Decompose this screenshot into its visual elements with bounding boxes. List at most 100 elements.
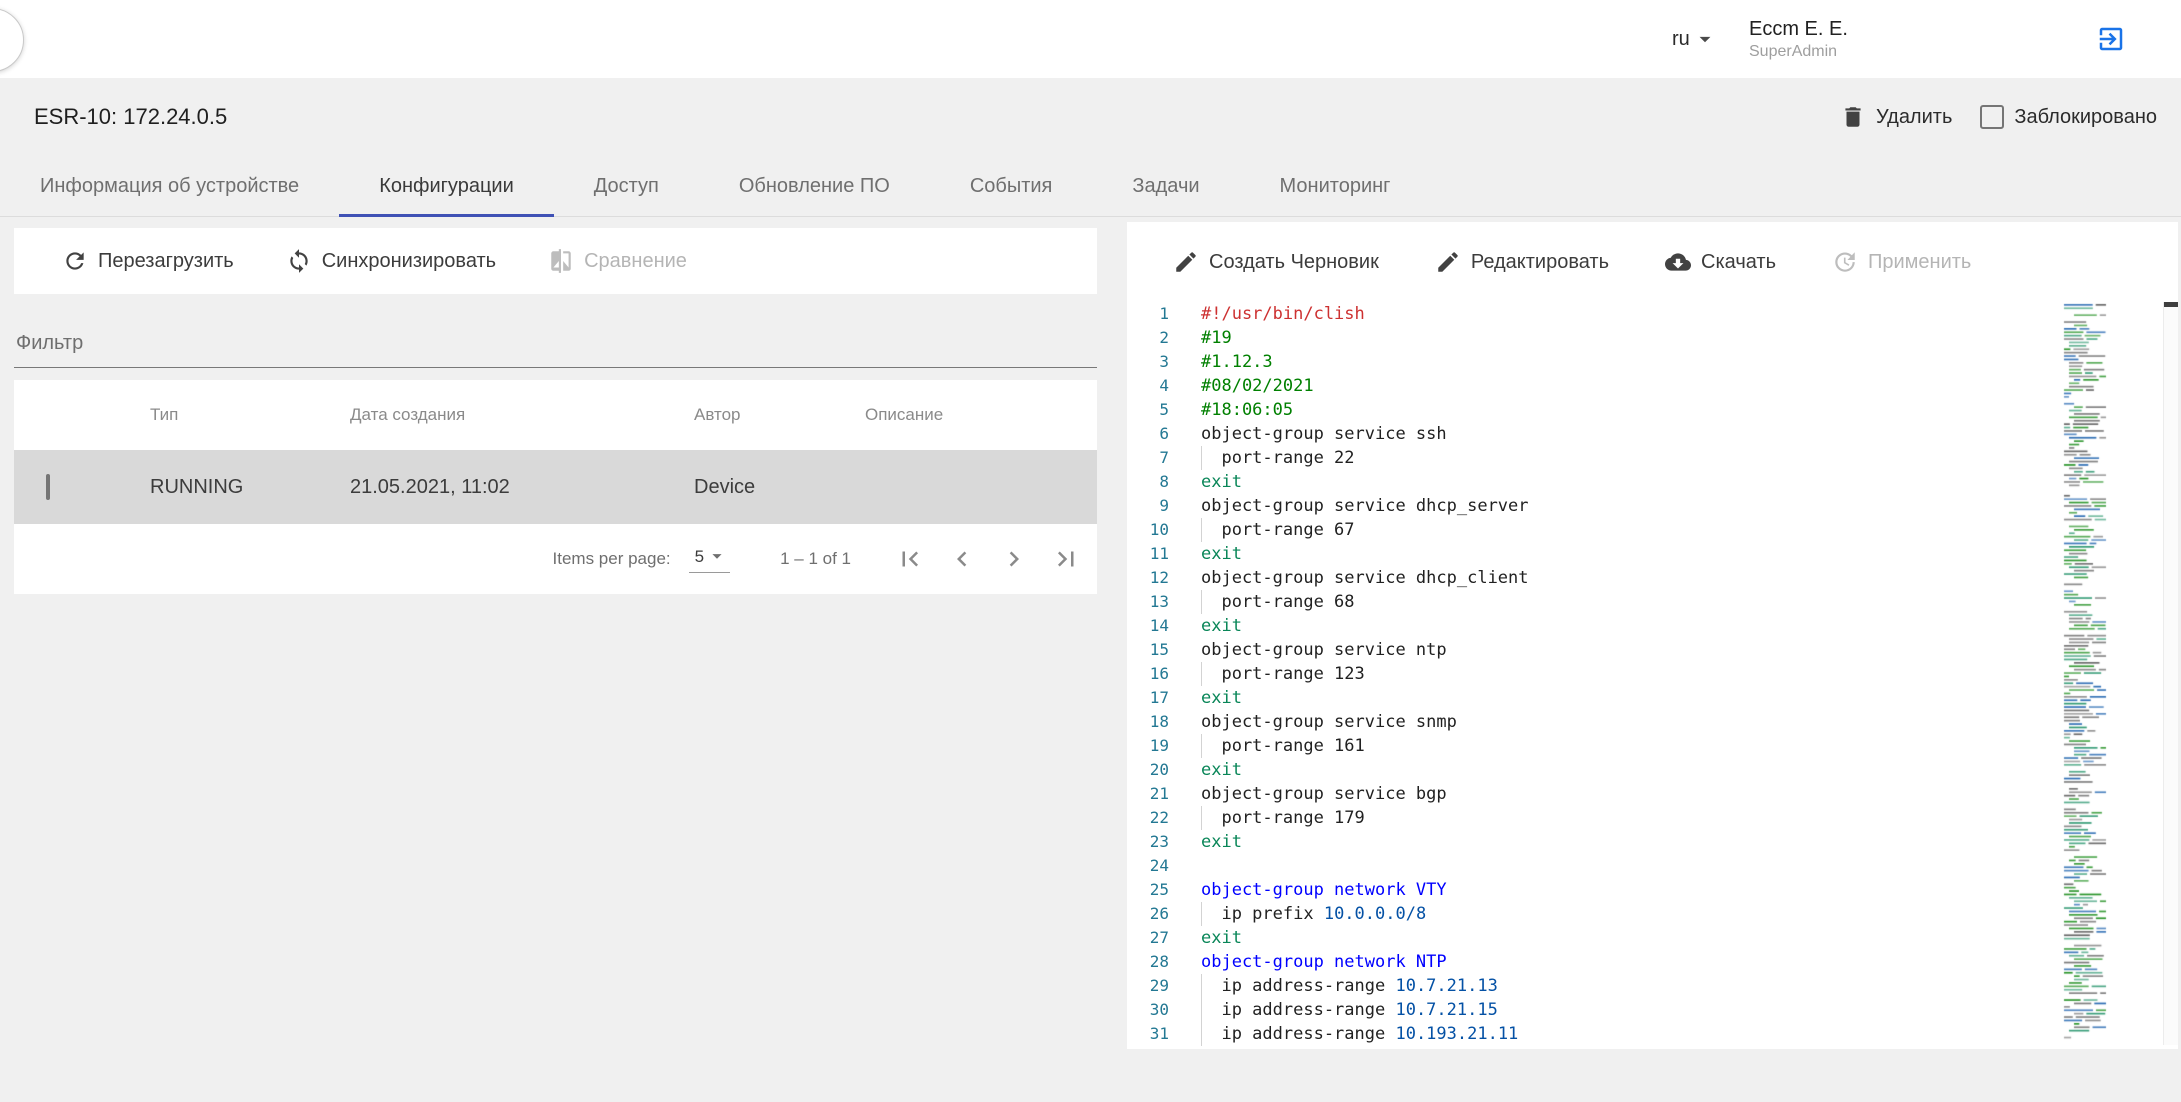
blocked-toggle: Заблокировано	[1980, 105, 2157, 129]
line-number: 4	[1127, 374, 1169, 398]
code-line: object-group service ntp	[1201, 638, 2178, 662]
code-editor[interactable]: 1234567891011121314151617181920212223242…	[1127, 302, 2178, 1049]
tab-device-info[interactable]: Информация об устройстве	[0, 156, 339, 216]
code-line: exit	[1201, 542, 2178, 566]
code-line: port-range 67	[1201, 518, 2178, 542]
page-title: ESR-10: 172.24.0.5	[34, 78, 227, 156]
page-size-select[interactable]: 5	[689, 545, 730, 573]
line-number: 16	[1127, 662, 1169, 686]
row-checkbox[interactable]	[46, 474, 50, 500]
code-line: object-group service dhcp_server	[1201, 494, 2178, 518]
code-line: exit	[1201, 614, 2178, 638]
code-line: object-group service ssh	[1201, 422, 2178, 446]
cloud-download-icon	[1665, 249, 1691, 275]
line-number: 19	[1127, 734, 1169, 758]
table-header-row: Тип Дата создания Автор Описание	[14, 380, 1097, 450]
prev-page-button[interactable]	[947, 544, 977, 574]
user-role: SuperAdmin	[1749, 42, 1848, 62]
first-page-icon	[895, 544, 925, 574]
code-line: exit	[1201, 686, 2178, 710]
edge-fab-button[interactable]	[0, 8, 24, 72]
user-menu[interactable]: Eccm E. E. SuperAdmin	[1749, 0, 1848, 78]
line-number: 30	[1127, 998, 1169, 1022]
cell-created: 21.05.2021, 11:02	[350, 476, 694, 499]
language-selector[interactable]: ru	[1672, 0, 1718, 78]
code-lines: #!/usr/bin/clish#19#1.12.3#08/02/2021#18…	[1179, 302, 2178, 1049]
line-number: 13	[1127, 590, 1169, 614]
code-line: object-group service snmp	[1201, 710, 2178, 734]
line-number: 28	[1127, 950, 1169, 974]
line-number: 31	[1127, 1022, 1169, 1046]
code-line: port-range 68	[1201, 590, 2178, 614]
line-number: 21	[1127, 782, 1169, 806]
code-line: port-range 179	[1201, 806, 2178, 830]
tab-firmware-update[interactable]: Обновление ПО	[699, 156, 930, 216]
blocked-label: Заблокировано	[2014, 106, 2157, 129]
chevron-down-icon	[1692, 26, 1718, 52]
tab-configurations[interactable]: Конфигурации	[339, 156, 554, 216]
line-number: 11	[1127, 542, 1169, 566]
edit-button[interactable]: Редактировать	[1435, 249, 1609, 275]
line-number: 1	[1127, 302, 1169, 326]
chevron-down-icon	[706, 545, 728, 567]
header-actions: Удалить Заблокировано	[1840, 78, 2157, 156]
logout-button[interactable]	[2096, 0, 2126, 78]
config-table: Тип Дата создания Автор Описание RUNNING…	[14, 380, 1097, 594]
apply-button: Применить	[1832, 249, 1971, 275]
download-button[interactable]: Скачать	[1665, 249, 1776, 275]
line-number: 23	[1127, 830, 1169, 854]
code-line: port-range 123	[1201, 662, 2178, 686]
line-number: 10	[1127, 518, 1169, 542]
tab-tasks[interactable]: Задачи	[1092, 156, 1239, 216]
line-number: 2	[1127, 326, 1169, 350]
code-line: exit	[1201, 830, 2178, 854]
tab-monitoring[interactable]: Мониторинг	[1240, 156, 1431, 216]
first-page-button[interactable]	[895, 544, 925, 574]
line-number: 20	[1127, 758, 1169, 782]
tab-access[interactable]: Доступ	[554, 156, 699, 216]
code-line: object-group network NTP	[1201, 950, 2178, 974]
blocked-checkbox[interactable]	[1980, 105, 2004, 129]
topbar: ru Eccm E. E. SuperAdmin	[0, 0, 2181, 78]
code-line: #18:06:05	[1201, 398, 2178, 422]
scrollbar-thumb[interactable]	[2164, 302, 2178, 307]
code-line: object-group network VTY	[1201, 878, 2178, 902]
table-row[interactable]: RUNNING 21.05.2021, 11:02 Device	[14, 450, 1097, 524]
column-header-description: Описание	[865, 405, 1097, 425]
synchronize-button[interactable]: Синхронизировать	[286, 248, 496, 274]
code-line: #19	[1201, 326, 2178, 350]
tab-events[interactable]: События	[930, 156, 1093, 216]
minimap[interactable]	[2062, 302, 2110, 1042]
next-page-button[interactable]	[999, 544, 1029, 574]
line-number: 27	[1127, 926, 1169, 950]
compare-button: Сравнение	[548, 248, 687, 274]
trash-icon	[1840, 104, 1866, 130]
cell-type: RUNNING	[150, 476, 350, 499]
compare-icon	[548, 248, 574, 274]
last-page-icon	[1051, 544, 1081, 574]
delete-button[interactable]: Удалить	[1840, 104, 1952, 130]
line-number: 5	[1127, 398, 1169, 422]
filter-placeholder: Фильтр	[16, 332, 83, 355]
page-header: ESR-10: 172.24.0.5 Удалить Заблокировано	[0, 78, 2181, 156]
code-line: #!/usr/bin/clish	[1201, 302, 2178, 326]
last-page-button[interactable]	[1051, 544, 1081, 574]
create-draft-button[interactable]: Создать Черновик	[1173, 249, 1379, 275]
code-line: #08/02/2021	[1201, 374, 2178, 398]
user-name: Eccm E. E.	[1749, 16, 1848, 42]
cell-author: Device	[694, 476, 865, 499]
apply-update-icon	[1832, 249, 1858, 275]
sync-icon	[286, 248, 312, 274]
reload-button[interactable]: Перезагрузить	[62, 248, 234, 274]
column-header-type: Тип	[150, 405, 350, 425]
code-line: port-range 22	[1201, 446, 2178, 470]
line-number: 15	[1127, 638, 1169, 662]
column-header-author: Автор	[694, 405, 865, 425]
editor-scrollbar[interactable]	[2163, 302, 2178, 1045]
code-line: #1.12.3	[1201, 350, 2178, 374]
filter-underline	[14, 367, 1097, 368]
config-viewer-toolbar: Создать Черновик Редактировать Скачать П…	[1127, 222, 2178, 302]
page-range-label: 1 – 1 of 1	[780, 549, 851, 569]
line-number: 3	[1127, 350, 1169, 374]
filter-input[interactable]: Фильтр	[14, 326, 1097, 368]
